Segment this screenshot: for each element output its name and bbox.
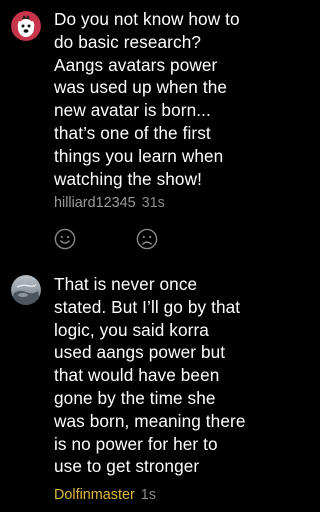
comment-line: use to get stronger <box>54 456 200 477</box>
comment-line: things you learn when <box>54 145 224 166</box>
photo-avatar-icon <box>11 275 41 305</box>
comment-line: do basic research? <box>54 31 202 52</box>
timestamp: 1s <box>140 487 156 503</box>
comment-line: Do you not know how to <box>54 9 240 29</box>
avatar[interactable] <box>11 11 41 41</box>
cartoon-dog-avatar-icon <box>11 11 41 41</box>
username[interactable]: Dolfinmaster <box>54 487 135 503</box>
comment-line: is no power for her to <box>54 433 218 454</box>
comment-line: watching the show! <box>54 168 202 189</box>
comment-text: That is never once stated. But I’ll go b… <box>54 273 280 478</box>
comment-line: used aangs power but <box>54 342 226 363</box>
comment-line: logic, you said korra <box>54 319 209 340</box>
comment-meta: hilliard12345 31s <box>54 194 165 212</box>
comment-line: was born, meaning there <box>54 410 246 431</box>
comment-line: stated. But I’ll go by that <box>54 296 241 317</box>
comment-line: new avatar is born... <box>54 100 211 121</box>
comment-line: Aangs avatars power <box>54 54 218 75</box>
comment-text: Do you not know how to do basic research… <box>54 8 280 190</box>
comment-meta: Dolfinmaster 1s <box>54 486 156 504</box>
comment-line: that’s one of the first <box>54 122 211 143</box>
comment-line: that would have been <box>54 365 220 386</box>
timestamp: 31s <box>141 195 165 211</box>
username[interactable]: hilliard12345 <box>54 195 136 211</box>
frowning-face-icon[interactable] <box>136 228 158 250</box>
comment-line: was used up when the <box>54 77 228 98</box>
avatar[interactable] <box>11 275 41 305</box>
smiley-face-icon[interactable] <box>54 228 76 250</box>
comment-line: That is never once <box>54 274 198 294</box>
comment-line: gone by the time she <box>54 387 216 408</box>
